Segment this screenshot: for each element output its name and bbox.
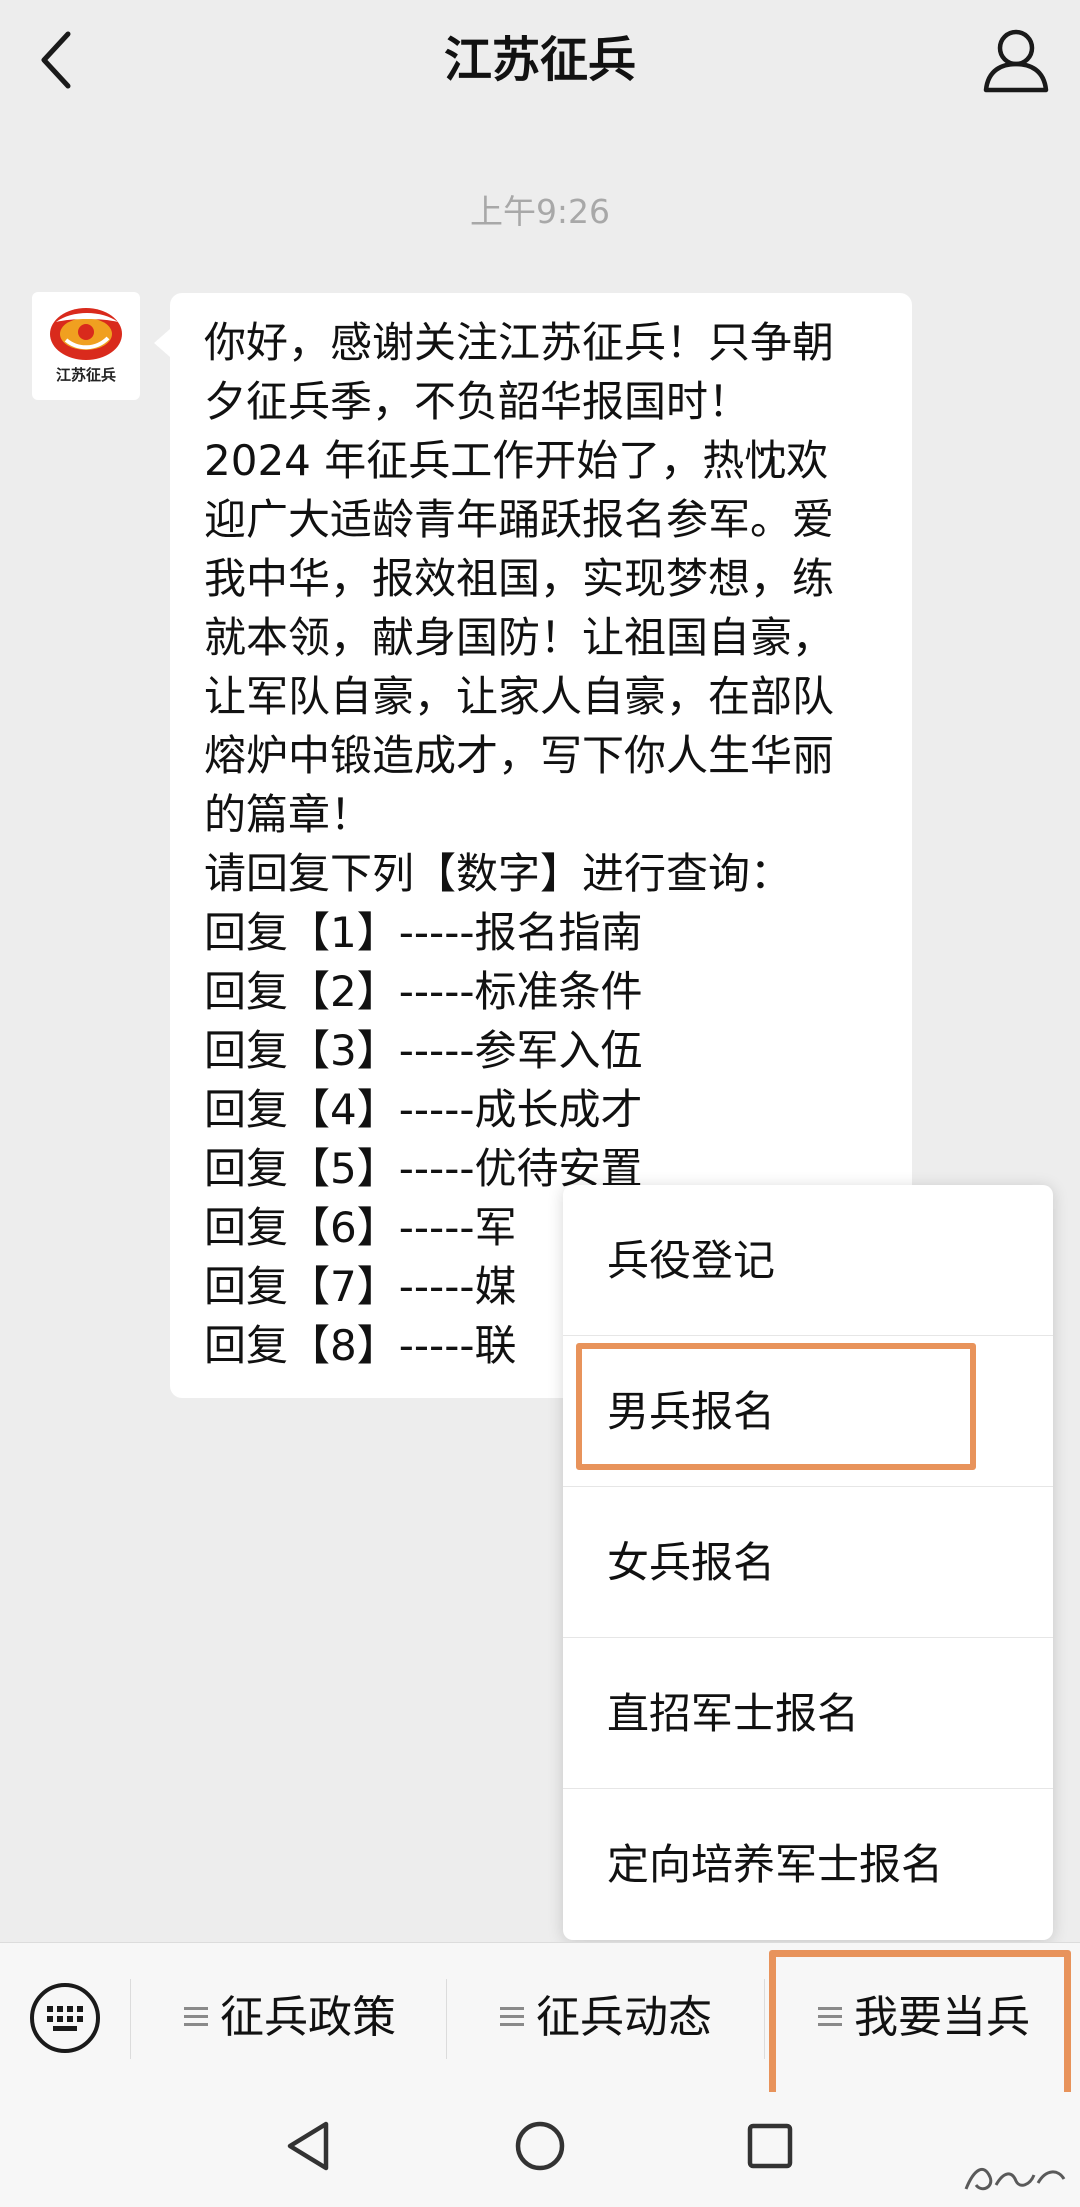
menu-divider — [446, 1979, 447, 2059]
reply-label: 标准条件 — [474, 967, 643, 1016]
menu-lines-icon — [500, 2002, 524, 2031]
message-line: 夕征兵季，不负韶华报国时！ — [204, 377, 751, 426]
reply-prefix: 回复【5】----- — [204, 1144, 475, 1193]
official-account-avatar[interactable]: 江苏征兵 — [32, 292, 140, 400]
reply-label: 报名指南 — [474, 908, 643, 957]
message-line: 请回复下列【数字】进行查询： — [204, 849, 793, 898]
reply-label: 媒 — [474, 1262, 517, 1311]
reply-prefix: 回复【6】----- — [204, 1203, 475, 1252]
message-line: 就本领，献身国防！让祖国自豪， — [204, 613, 835, 662]
reply-option-1: 回复【1】-----报名指南 — [204, 903, 894, 962]
reply-label: 成长成才 — [474, 1085, 643, 1134]
message-line: 熔炉中锻造成才，写下你人生华丽 — [204, 731, 835, 780]
square-recent-icon — [747, 2123, 793, 2169]
submenu-item-military-registration[interactable]: 兵役登记 — [563, 1185, 1053, 1336]
menu-divider — [764, 1979, 765, 2059]
avatar-logo-text: 江苏征兵 — [55, 366, 116, 384]
menu-item-recruitment-news[interactable]: 征兵动态 — [500, 1943, 712, 2093]
site-watermark-logo — [964, 2167, 1066, 2191]
circle-home-icon — [515, 2121, 565, 2171]
submenu-item-female-enlistment[interactable]: 女兵报名 — [563, 1487, 1053, 1638]
reply-prefix: 回复【4】----- — [204, 1085, 475, 1134]
reply-option-3: 回复【3】-----参军入伍 — [204, 1021, 894, 1080]
menu-lines-icon — [818, 2002, 842, 2031]
message-line: 的篇章！ — [204, 790, 373, 839]
menu-item-join-army[interactable]: 我要当兵 — [818, 1943, 1030, 2093]
nav-recent-button[interactable] — [730, 2106, 810, 2186]
menu-item-label: 征兵动态 — [536, 1992, 712, 2043]
custom-menu-bar: 征兵政策 征兵动态 我要当兵 — [0, 1942, 1080, 2093]
reply-option-4: 回复【4】-----成长成才 — [204, 1080, 894, 1139]
menu-item-label: 我要当兵 — [854, 1992, 1030, 2043]
message-line: 你好，感谢关注江苏征兵！只争朝 — [204, 318, 835, 367]
page-title: 江苏征兵 — [443, 32, 636, 88]
keyboard-icon — [30, 1983, 100, 2053]
submenu-item-direct-nco-enlistment[interactable]: 直招军士报名 — [563, 1638, 1053, 1789]
message-line: 迎广大适龄青年踊跃报名参军。爱 — [204, 495, 835, 544]
reply-label: 军 — [474, 1203, 517, 1252]
message-line: 让军队自豪，让家人自豪，在部队 — [204, 672, 835, 721]
nav-home-button[interactable] — [500, 2106, 580, 2186]
submenu-item-male-enlistment[interactable]: 男兵报名 — [563, 1336, 1053, 1487]
menu-item-label: 征兵政策 — [220, 1992, 396, 2043]
menu-divider — [130, 1979, 131, 2059]
person-icon — [983, 29, 1049, 93]
reply-prefix: 回复【7】----- — [204, 1262, 475, 1311]
profile-button[interactable] — [978, 24, 1054, 96]
nav-back-button[interactable] — [270, 2106, 350, 2186]
reply-option-2: 回复【2】-----标准条件 — [204, 962, 894, 1021]
reply-prefix: 回复【1】----- — [204, 908, 475, 957]
reply-label: 参军入伍 — [474, 1026, 643, 1075]
reply-prefix: 回复【3】----- — [204, 1026, 475, 1075]
message-timestamp: 上午9:26 — [469, 192, 611, 231]
menu-lines-icon — [184, 2002, 208, 2031]
submenu-item-directed-nco-enlistment[interactable]: 定向培养军士报名 — [563, 1789, 1053, 1940]
submenu-popup: 兵役登记 男兵报名 女兵报名 直招军士报名 定向培养军士报名 — [563, 1185, 1053, 1940]
reply-prefix: 回复【2】----- — [204, 967, 475, 1016]
reply-label: 联 — [474, 1321, 517, 1370]
triangle-back-icon — [287, 2121, 329, 2171]
menu-item-recruitment-policy[interactable]: 征兵政策 — [184, 1943, 396, 2093]
message-line: 我中华，报效祖国，实现梦想，练 — [204, 554, 835, 603]
system-navigation-bar — [0, 2092, 1080, 2207]
keyboard-toggle-button[interactable] — [28, 1981, 102, 2055]
message-line: 2024 年征兵工作开始了，热忱欢 — [204, 436, 829, 485]
reply-prefix: 回复【8】----- — [204, 1321, 475, 1370]
top-bar: 江苏征兵 — [0, 0, 1080, 120]
